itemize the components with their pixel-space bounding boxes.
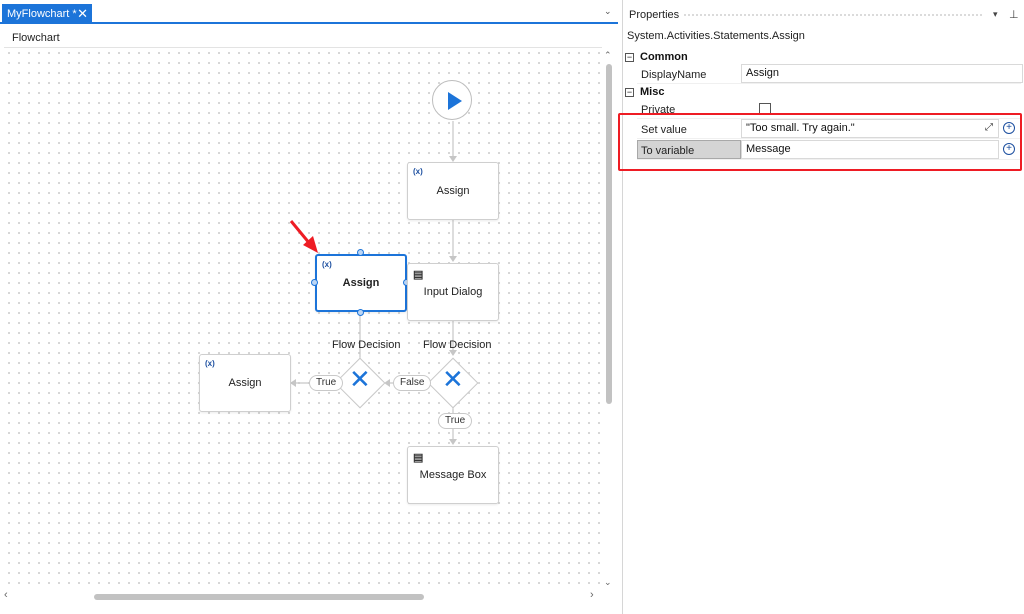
scroll-right-icon[interactable]: ›	[590, 589, 594, 601]
property-label: DisplayName	[641, 69, 707, 81]
add-variable-button[interactable]: +	[1003, 143, 1015, 155]
designer-panel: MyFlowchart * ✕ ⌄ Flowchart (x) Assign (…	[0, 0, 618, 614]
document-tabstrip: MyFlowchart * ✕ ⌄	[0, 0, 618, 24]
category-misc[interactable]: − Misc	[625, 86, 664, 98]
horizontal-scrollbar[interactable]: ‹ ›	[4, 589, 602, 603]
node-label: Assign	[342, 277, 380, 289]
decision-left-label: Flow Decision	[332, 339, 401, 351]
decision-x-icon: ✕	[442, 365, 464, 395]
assign-selected-node[interactable]: (x) Assign	[315, 254, 407, 312]
property-label: To variable	[641, 145, 695, 157]
play-icon	[448, 92, 462, 110]
property-row-displayname[interactable]: DisplayName Assign	[637, 64, 1023, 84]
node-label: Assign	[436, 185, 470, 197]
connector-lines	[289, 121, 457, 445]
false-branch-label[interactable]: False	[393, 375, 432, 391]
variable-icon: (x)	[205, 359, 215, 368]
decision-x-icon: ✕	[349, 365, 371, 395]
input-dialog-node[interactable]: ▤ Input Dialog	[407, 263, 499, 321]
dialog-icon: ▤	[413, 269, 424, 281]
scroll-thumb[interactable]	[94, 594, 424, 600]
properties-title: Properties	[629, 9, 680, 21]
true-branch-label[interactable]: True	[309, 375, 344, 391]
property-row-private[interactable]: Private	[637, 99, 1021, 119]
to-variable-field[interactable]: Message	[741, 140, 999, 159]
displayname-field[interactable]: Assign	[741, 64, 1023, 83]
pin-icon[interactable]: ⊥	[1009, 8, 1019, 21]
set-value-field[interactable]: "Too small. Try again."	[741, 119, 999, 138]
assign-left-node[interactable]: (x) Assign	[199, 354, 291, 412]
message-icon: ▤	[413, 452, 424, 464]
category-label: Misc	[640, 86, 665, 98]
start-node[interactable]	[432, 80, 472, 120]
assign-top-node[interactable]: (x) Assign	[407, 162, 499, 220]
vertical-scrollbar[interactable]: ⌃ ⌄	[603, 50, 615, 590]
activity-type: System.Activities.Statements.Assign	[627, 30, 805, 42]
private-checkbox[interactable]	[759, 103, 771, 115]
scroll-thumb[interactable]	[606, 64, 612, 404]
connection-handle-top[interactable]	[357, 249, 364, 256]
property-row-set-value[interactable]: Set value "Too small. Try again." ⤢ +	[637, 119, 1021, 139]
properties-header: Properties ▾ ⊥	[623, 0, 1024, 26]
property-row-to-variable[interactable]: To variable Message +	[637, 140, 1021, 160]
message-box-node[interactable]: ▤ Message Box	[407, 446, 499, 504]
scroll-up-icon[interactable]: ⌃	[604, 50, 612, 61]
annotation-arrow	[289, 220, 318, 253]
node-label: Assign	[228, 377, 262, 389]
breadcrumb[interactable]: Flowchart	[12, 32, 60, 44]
category-label: Common	[640, 51, 688, 63]
property-label: Private	[641, 104, 676, 116]
collapse-icon[interactable]: −	[625, 88, 634, 97]
scroll-left-icon[interactable]: ‹	[4, 589, 8, 601]
true-branch-label[interactable]: True	[438, 413, 473, 429]
node-label: Message Box	[419, 469, 487, 481]
property-label: Set value	[641, 124, 687, 136]
panel-grip[interactable]	[683, 13, 983, 17]
close-icon[interactable]: ✕	[77, 4, 88, 24]
variable-icon: (x)	[322, 260, 332, 269]
tab-myflowchart[interactable]: MyFlowchart * ✕	[2, 4, 92, 24]
expand-editor-icon[interactable]: ⤢	[985, 122, 993, 133]
node-label: Input Dialog	[423, 286, 483, 298]
chevron-down-icon[interactable]: ⌄	[604, 6, 612, 17]
variable-icon: (x)	[413, 167, 423, 176]
add-value-button[interactable]: +	[1003, 122, 1015, 134]
category-common[interactable]: − Common	[625, 51, 688, 63]
flowchart-canvas[interactable]: (x) Assign (x) Assign ▤ Input Dialog Flo…	[4, 47, 602, 587]
tab-title: MyFlowchart *	[7, 8, 77, 20]
connection-handle-left[interactable]	[311, 279, 318, 286]
properties-panel: Properties ▾ ⊥ System.Activities.Stateme…	[622, 0, 1024, 614]
scroll-down-icon[interactable]: ⌄	[604, 577, 612, 588]
chevron-down-icon[interactable]: ▾	[993, 9, 998, 20]
decision-right-label: Flow Decision	[423, 339, 492, 351]
connection-handle-bottom[interactable]	[357, 309, 364, 316]
collapse-icon[interactable]: −	[625, 53, 634, 62]
